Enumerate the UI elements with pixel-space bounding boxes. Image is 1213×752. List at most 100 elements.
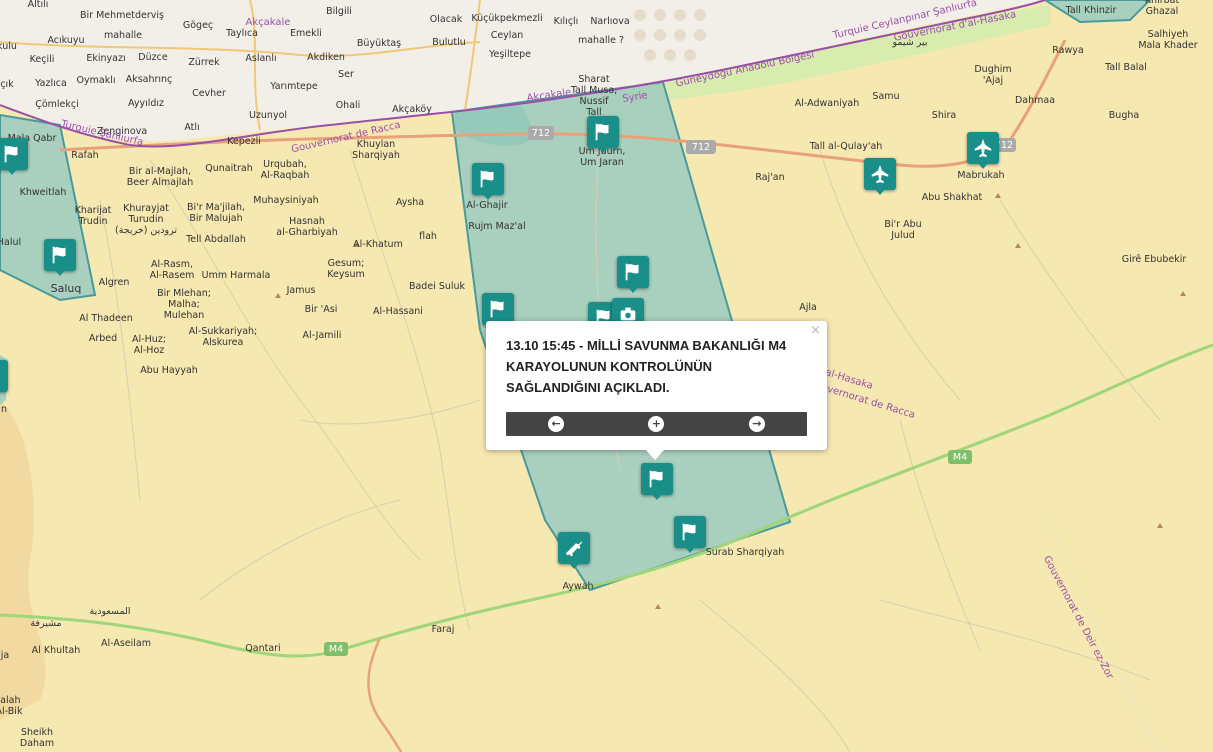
label-kharijat: Kharijat Trudin bbox=[74, 205, 112, 227]
label-taylica: Taylıca bbox=[226, 28, 258, 39]
label-qantari: Qantari bbox=[245, 643, 281, 654]
prev-button[interactable]: ← bbox=[548, 416, 565, 432]
label-flah: flah bbox=[419, 231, 437, 242]
label-al-huz: Al-Huz; Al-Hoz bbox=[132, 334, 166, 356]
flag-marker[interactable] bbox=[0, 138, 28, 176]
popup-arrow bbox=[646, 450, 664, 460]
flag-marker[interactable] bbox=[44, 239, 76, 277]
label-al-hassani: Al-Hassani bbox=[373, 306, 423, 317]
label-hasnah: Hasnah al-Gharbiyah bbox=[276, 216, 338, 238]
label-khuylan: Khuylan Sharqiyah bbox=[352, 139, 400, 161]
label-badei-suluk: Badei Suluk bbox=[408, 281, 466, 292]
label-ekinyazi: Ekinyazı bbox=[86, 53, 126, 64]
label-mahalle: mahalle bbox=[103, 30, 143, 41]
label-aslanli: Aslanlı bbox=[245, 53, 277, 64]
label-sharat: Sharat Tall Musa, Nussif Tall bbox=[570, 74, 618, 118]
zoom-button[interactable]: + bbox=[648, 416, 665, 432]
label-cik: çık bbox=[0, 79, 14, 90]
popup-title: 13.10 15:45 - MİLLİ SAVUNMA BAKANLIĞI M4… bbox=[506, 338, 787, 395]
rifle-marker[interactable] bbox=[558, 532, 590, 570]
arrow-left-icon: ← bbox=[551, 417, 561, 430]
label-yarimtepe: Yarımtepe bbox=[270, 81, 318, 92]
label-mabrukah: Mabrukah bbox=[957, 170, 1005, 181]
popup-controls: ← + → bbox=[506, 412, 807, 436]
flag-marker[interactable] bbox=[587, 116, 619, 154]
label-ayyildiz: Ayyıldız bbox=[127, 98, 165, 109]
label-zurrek: Zürrek bbox=[188, 57, 220, 68]
label-aksahrinc: Aksahrınç bbox=[125, 74, 173, 85]
label-tell-abdallah: Tell Abdallah bbox=[186, 234, 246, 245]
label-rajan: Raj'an bbox=[755, 172, 785, 183]
label-bilgili: Bilgili bbox=[326, 6, 352, 17]
jet-marker[interactable] bbox=[864, 158, 896, 196]
label-khweitlah: Khweitlah bbox=[19, 187, 67, 198]
next-button[interactable]: → bbox=[748, 416, 765, 432]
flag-icon bbox=[480, 170, 494, 188]
label-comlekci: Çömlekçi bbox=[35, 99, 79, 110]
label-road-m4-left: M4 bbox=[328, 644, 344, 655]
label-aysha: Aysha bbox=[395, 197, 425, 208]
label-khurayjat: Khurayjat Turudin ترودين (خريجة) bbox=[115, 203, 177, 236]
label-kucukpekmezli: Küçükpekmezli bbox=[471, 13, 543, 24]
label-al-aseilam: Al-Aseilam bbox=[100, 638, 152, 649]
flag-marker[interactable] bbox=[641, 463, 673, 501]
label-mashrifa: مشيرفة bbox=[30, 618, 62, 629]
label-tall-qulayah: Tall al-Qulay'ah bbox=[809, 141, 883, 152]
label-cevher: Cevher bbox=[192, 88, 226, 99]
label-kulu: kulu bbox=[0, 41, 17, 52]
label-n: n bbox=[0, 404, 8, 415]
flag-marker[interactable] bbox=[617, 256, 649, 294]
label-kilicli: Kılıçlı bbox=[553, 16, 579, 27]
label-bugha: Bugha bbox=[1108, 110, 1140, 121]
label-abu-shakhat: Abu Shakhat bbox=[921, 192, 983, 203]
label-uzunyol: Uzunyol bbox=[248, 110, 288, 121]
jet-marker[interactable] bbox=[967, 132, 999, 170]
label-gesum: Gesum; Keysum bbox=[327, 258, 365, 280]
label-ceylan: Ceylan bbox=[490, 30, 524, 41]
label-ja: ja bbox=[0, 650, 10, 661]
flag-icon bbox=[682, 523, 696, 541]
label-acikuyu: Acıkuyu bbox=[47, 35, 85, 46]
flag-icon bbox=[0, 365, 3, 387]
label-rafah: Rafah bbox=[71, 150, 99, 161]
label-al-adwaniyah: Al-Adwaniyah bbox=[794, 98, 860, 109]
label-oymakli: Oymaklı bbox=[76, 75, 116, 86]
label-ohali: Ohali bbox=[335, 100, 361, 111]
label-bir-asi: Bir 'Asi bbox=[304, 304, 338, 315]
label-ajla: Ajla bbox=[799, 302, 817, 313]
label-akcakale-top: Akçakale bbox=[245, 17, 291, 28]
label-gogec: Gögeç bbox=[182, 20, 214, 31]
label-tall-balal: Tall Balal bbox=[1105, 62, 1147, 73]
label-altili: Altılı bbox=[27, 0, 49, 10]
label-qunaitrah: Qunaitrah bbox=[205, 163, 253, 174]
flag-icon bbox=[595, 123, 609, 141]
label-akdiken: Akdiken bbox=[307, 52, 345, 63]
flag-marker[interactable] bbox=[674, 516, 706, 554]
label-bir-mlehan: Bir Mlehan; Malha; Mulehan bbox=[157, 288, 211, 321]
flag-icon bbox=[649, 470, 663, 488]
close-icon[interactable]: × bbox=[810, 324, 821, 338]
label-road-712a: 712 bbox=[531, 128, 551, 139]
flag-icon bbox=[625, 263, 639, 281]
label-ber-shimo: بير شيمو bbox=[892, 37, 928, 48]
label-rawya: Rawya bbox=[1052, 45, 1084, 56]
label-salhiyeh: Salhiyeh Mala Khader bbox=[1138, 29, 1198, 51]
label-samu: Samu bbox=[872, 91, 900, 102]
label-arbed: Arbed bbox=[88, 333, 118, 344]
label-road-m4-right: M4 bbox=[952, 452, 968, 463]
label-aywah: Aywah bbox=[562, 581, 594, 592]
label-faraj: Faraj bbox=[431, 624, 455, 635]
fighter-jet-icon bbox=[974, 138, 992, 158]
label-al-thadeen: Al Thadeen bbox=[79, 313, 133, 324]
label-bir-majlah: Bir al-Majlah, Beer Almajlah bbox=[126, 166, 194, 188]
label-halah: lalah Al-Bik bbox=[0, 695, 23, 717]
label-khirbat-ghazal: Khirbat Ghazal bbox=[1144, 0, 1180, 17]
label-al-jamili: Al-Jamili bbox=[302, 330, 342, 341]
label-saluq: Saluq bbox=[50, 282, 82, 295]
label-al-khatum: Al-Khatum bbox=[353, 239, 403, 250]
flag-marker[interactable] bbox=[0, 360, 8, 398]
flag-marker[interactable] bbox=[472, 163, 504, 201]
plus-icon: + bbox=[651, 417, 662, 430]
label-bulutlu: Bulutlu bbox=[432, 37, 466, 48]
label-olacak: Olacak bbox=[429, 14, 463, 25]
